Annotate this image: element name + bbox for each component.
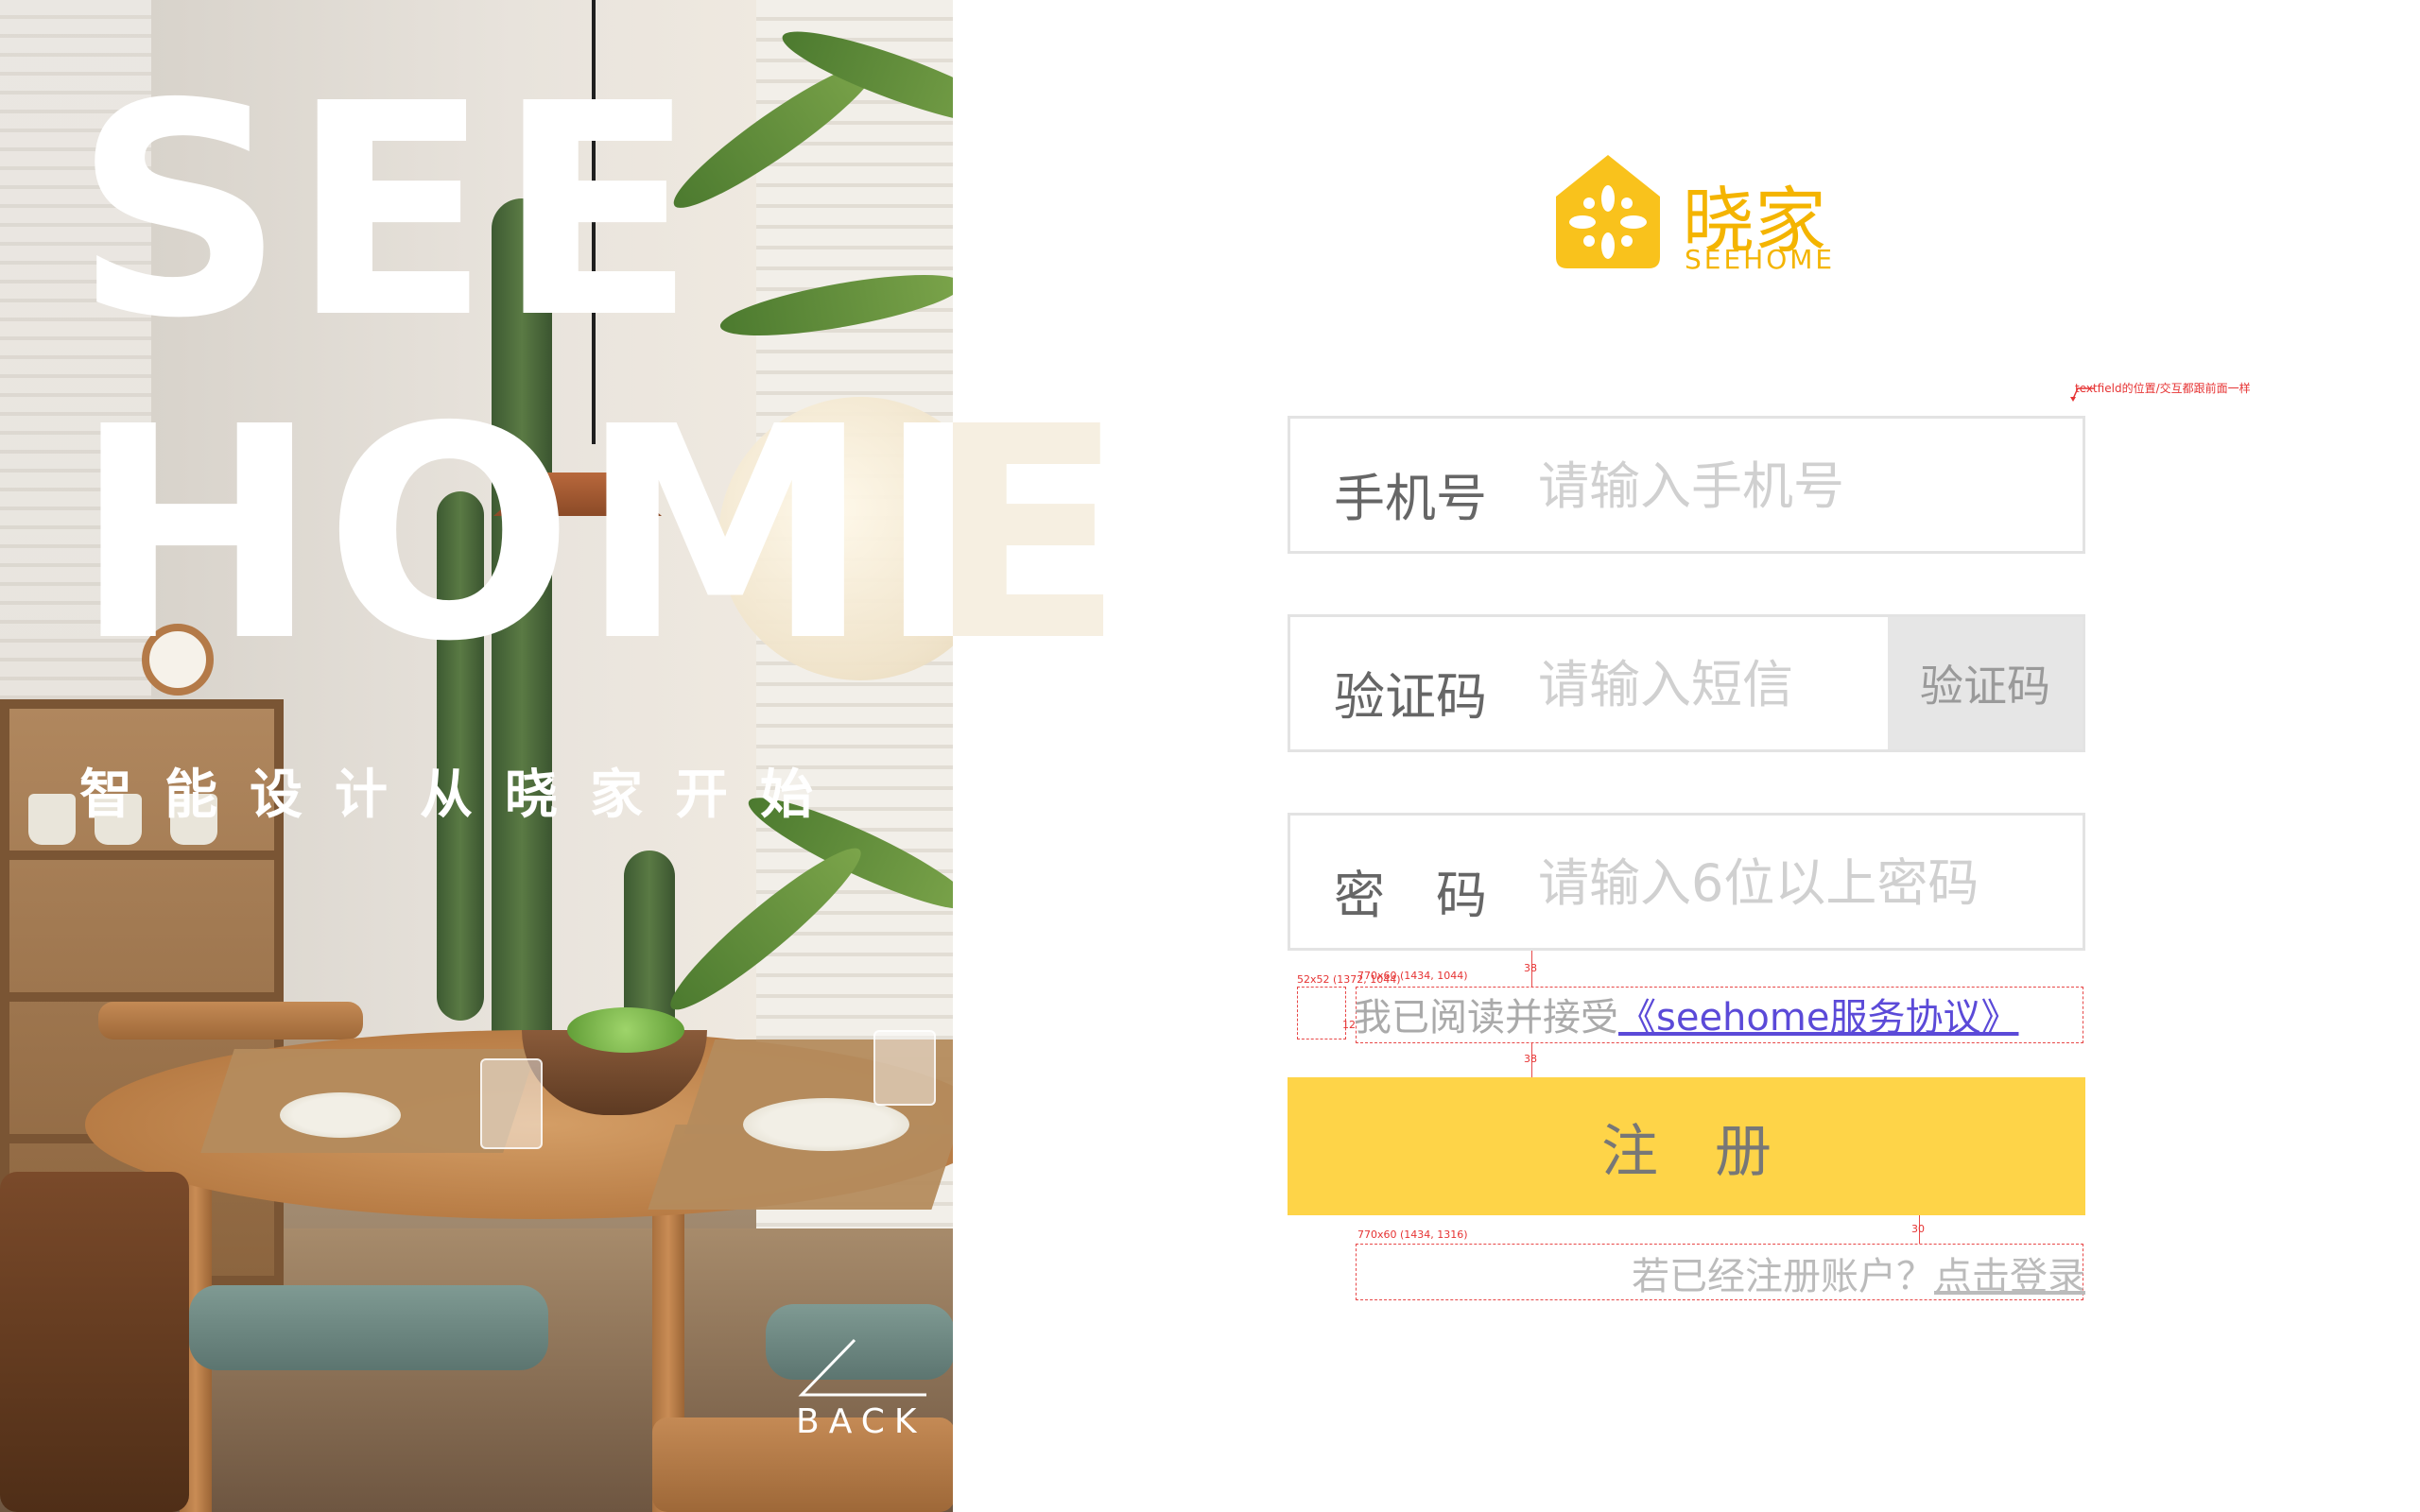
water-glass xyxy=(873,1030,936,1106)
chair-seat xyxy=(189,1285,548,1370)
dinner-plate xyxy=(743,1098,909,1151)
agreement-text: 我已阅读并接受《seehome服务协议》 xyxy=(1354,987,2018,1040)
back-button[interactable]: BACK xyxy=(794,1332,936,1446)
dinner-plate xyxy=(280,1092,401,1138)
chair-back xyxy=(98,1002,363,1040)
spec-label: 770x60 (1434, 1044) xyxy=(1357,970,1468,982)
phone-label: 手机号 xyxy=(1334,469,1487,528)
password-field: 密 码 xyxy=(1288,813,2085,951)
water-glass xyxy=(480,1058,543,1149)
password-label: 密 码 xyxy=(1334,866,1487,925)
spec-label: 38 xyxy=(1524,962,1537,974)
login-prompt-text: 若已经注册账户？ xyxy=(1632,1255,1934,1298)
hero-image-panel: SEE HOME 智能设计从晓家开始 BACK xyxy=(0,0,953,1512)
phone-field: 手机号 xyxy=(1288,416,2085,554)
hero-title-see: SEE xyxy=(74,42,702,383)
login-link[interactable]: 点击登录 xyxy=(1934,1255,2085,1298)
sms-code-input[interactable] xyxy=(1538,644,1869,725)
hero-title-overflow-letter: E xyxy=(953,397,1125,699)
code-field: 验证码 验证码 xyxy=(1288,614,2085,752)
spec-label: 30 xyxy=(1911,1223,1925,1235)
brand-name-en: SEEHOME xyxy=(1685,244,1836,275)
back-label: BACK xyxy=(796,1402,926,1441)
back-arrow-icon xyxy=(798,1338,926,1397)
cabinet-shelf xyxy=(9,992,274,1002)
cabinet-shelf xyxy=(9,850,274,860)
brand-logo: 晓家 SEEHOME xyxy=(1547,151,1832,275)
phone-input[interactable] xyxy=(1538,445,2067,526)
register-button[interactable]: 注册 xyxy=(1288,1077,2085,1215)
code-label: 验证码 xyxy=(1334,667,1487,727)
hero-title-home: HOME xyxy=(74,365,953,706)
agree-checkbox[interactable] xyxy=(1297,987,1346,1040)
dark-chair xyxy=(0,1172,189,1512)
password-input[interactable] xyxy=(1538,842,2067,923)
spec-label: 38 xyxy=(1524,1053,1537,1065)
login-prompt: 若已经注册账户？点击登录 xyxy=(1632,1246,2085,1300)
spec-label: 770x60 (1434, 1316) xyxy=(1357,1228,1468,1241)
hero-slogan: 智能设计从晓家开始 xyxy=(79,765,845,826)
house-logo-icon xyxy=(1556,155,1660,268)
get-code-button[interactable]: 验证码 xyxy=(1888,617,2083,749)
agreement-prefix: 我已阅读并接受 xyxy=(1354,996,1618,1040)
salad-greens xyxy=(567,1007,684,1053)
service-agreement-link[interactable]: 《seehome服务协议》 xyxy=(1618,996,2018,1040)
design-annotation: textfield的位置/交互都跟前面一样 xyxy=(2075,382,2251,395)
hero-title-overflow: E xyxy=(953,397,1161,699)
cabinet-cup xyxy=(28,794,76,845)
